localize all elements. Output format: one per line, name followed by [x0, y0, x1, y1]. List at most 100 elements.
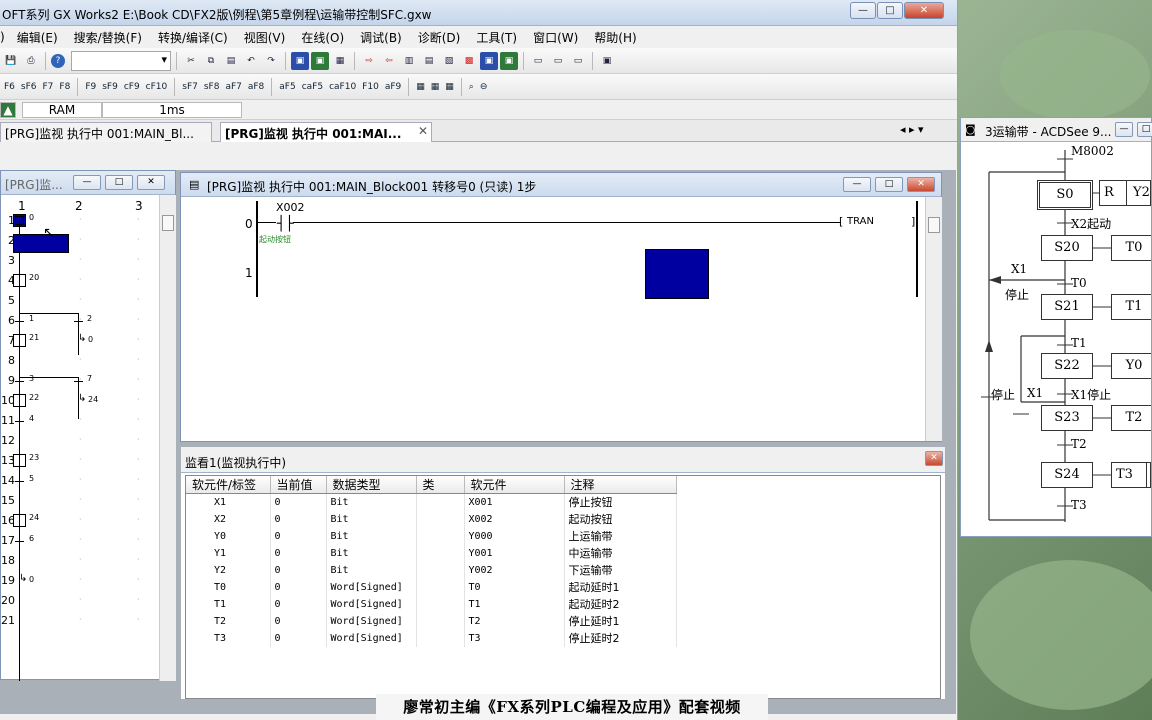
verify-icon[interactable]: ▥ — [400, 52, 418, 70]
watch-icon[interactable]: ▭ — [529, 52, 547, 70]
zoom-out-icon[interactable]: ⊖ — [478, 78, 490, 96]
tab-sfc[interactable]: [PRG]监视 执行中 001:MAIN_Bl... — [0, 122, 212, 142]
watch-cell — [416, 629, 465, 647]
fkey-rise-b-icon[interactable]: aF7 — [223, 78, 243, 96]
menu-edit[interactable]: 编辑(E) — [9, 29, 66, 46]
fkey-hline-icon[interactable]: F9 — [83, 78, 98, 96]
grid-dot: · — [137, 575, 140, 584]
dev-read-icon[interactable]: ▣ — [500, 51, 518, 70]
fkey-f10-icon[interactable]: F10 — [360, 78, 381, 96]
sfc-max-button[interactable]: □ — [105, 175, 133, 190]
fkey-contact-icon[interactable]: sF6 — [19, 78, 39, 96]
ladder-close-button[interactable]: ✕ — [907, 177, 935, 192]
fkey-del-hline-icon[interactable]: cF9 — [122, 78, 142, 96]
menu-window[interactable]: 窗口(W) — [525, 29, 586, 46]
note-icon[interactable]: ▦ — [443, 78, 456, 96]
help-icon[interactable]: ? — [51, 53, 65, 68]
watch-row[interactable]: T3 0 Word[Signed] T3 停止延时2 — [186, 629, 677, 647]
statement-icon[interactable]: ▦ — [429, 78, 442, 96]
sfc-scrollbar[interactable] — [159, 195, 176, 681]
fkey-op-icon[interactable]: aF5 — [277, 78, 297, 96]
watch-cell: X002 — [464, 510, 565, 528]
comment-icon[interactable]: ▦ — [414, 78, 427, 96]
sfc-close-button[interactable]: ✕ — [137, 175, 165, 190]
zoom-icon[interactable]: ⌕ — [467, 78, 476, 96]
find-icon[interactable]: ▦ — [331, 52, 349, 70]
watch-close-button[interactable]: ✕ — [925, 451, 943, 466]
acdsee-min-button[interactable]: — — [1115, 122, 1133, 137]
fkey-contact-icon[interactable]: F6 — [2, 78, 17, 96]
cut-icon[interactable]: ✂ — [182, 52, 200, 70]
menu-view[interactable]: 视图(V) — [236, 29, 294, 46]
write-icon[interactable]: ⇦ — [380, 52, 398, 70]
menu-online[interactable]: 在线(O) — [293, 29, 352, 46]
watch-row[interactable]: T0 0 Word[Signed] T0 起动延时1 — [186, 578, 677, 596]
watch-row[interactable]: T1 0 Word[Signed] T1 起动延时2 — [186, 595, 677, 613]
fkey-coil-icon[interactable]: F7 — [41, 78, 56, 96]
ladder-min-button[interactable]: — — [843, 177, 871, 192]
undo-icon[interactable]: ↶ — [242, 52, 260, 70]
contact-symbol[interactable]: ┤├ — [277, 216, 294, 232]
label-x2-start: X2起动 — [1071, 217, 1112, 231]
watch-column-header[interactable]: 注释 — [564, 476, 677, 494]
watch-start-icon[interactable]: ▭ — [569, 52, 587, 70]
save-icon[interactable]: 💾 — [2, 52, 20, 70]
watch-column-header[interactable]: 类 — [416, 476, 465, 494]
close-button[interactable]: ✕ — [904, 2, 944, 19]
watch-row[interactable]: Y1 0 Bit Y001 中运输带 — [186, 544, 677, 562]
sfc-diagram[interactable]: 1 2 3 1 · · 2 · · 3 · · 4 · · 5 · · 6 · · 7 · · 8 · · 9 · · 10 · · 11 ·… — [1, 195, 159, 681]
monitor-start-icon[interactable]: ▤ — [420, 52, 438, 70]
plc-icon[interactable]: ▩ — [460, 52, 478, 70]
device-icon[interactable]: ▣ — [291, 51, 309, 70]
read-icon[interactable]: ⇨ — [360, 52, 378, 70]
tab-ladder[interactable]: [PRG]监视 执行中 001:MAI... ✕ — [220, 122, 432, 142]
menu-diagnostics[interactable]: 诊断(D) — [410, 29, 469, 46]
redo-icon[interactable]: ↷ — [262, 52, 280, 70]
acdsee-max-button[interactable]: □ — [1137, 122, 1152, 137]
watch-cell — [416, 561, 465, 579]
watch-register-icon[interactable]: ▭ — [549, 52, 567, 70]
ladder-max-button[interactable]: □ — [875, 177, 903, 192]
watch-column-header[interactable]: 软元件 — [464, 476, 565, 494]
watch-row[interactable]: Y0 0 Bit Y000 上运输带 — [186, 527, 677, 545]
watch-column-header[interactable]: 数据类型 — [326, 476, 417, 494]
acdsee-title: 3运输带 - ACDSee 9... — [985, 125, 1112, 139]
watch-row[interactable]: Y2 0 Bit Y002 下运输带 — [186, 561, 677, 579]
tab-close-icon[interactable]: ✕ — [418, 124, 428, 138]
monitor-icon[interactable]: ▣ — [598, 52, 616, 70]
fkey-fall-icon[interactable]: sF8 — [202, 78, 222, 96]
device-search-icon[interactable]: ▣ — [311, 51, 329, 70]
fkey-af9-icon[interactable]: aF9 — [383, 78, 403, 96]
menu-search-replace[interactable]: 搜索/替换(F) — [66, 29, 150, 46]
paste-icon[interactable]: ▤ — [222, 52, 240, 70]
maximize-button[interactable]: □ — [877, 2, 903, 19]
watch-column-header[interactable]: 软元件/标签 — [186, 476, 271, 494]
coil-label[interactable]: TRAN — [847, 216, 874, 227]
tab-scroll-icon[interactable]: ◂ ▸ ▾ — [900, 123, 924, 136]
fkey-fall-b-icon[interactable]: aF8 — [246, 78, 266, 96]
sfc-transition-number: 5 — [29, 474, 35, 483]
fkey-invert-icon[interactable]: caF10 — [327, 78, 358, 96]
fkey-op2-icon[interactable]: caF5 — [300, 78, 325, 96]
toolbar-combo[interactable] — [71, 50, 171, 71]
menu-debug[interactable]: 调试(B) — [352, 29, 410, 46]
ladder-scrollbar[interactable] — [925, 197, 942, 441]
standard-toolbar: 💾 ⎙ ? ✂ ⧉ ▤ ↶ ↷ ▣ ▣ ▦ ⇨ ⇦ ▥ ▤ ▧ ▩ ▣ ▣ ▭ … — [0, 48, 957, 74]
fkey-rise-icon[interactable]: sF7 — [180, 78, 200, 96]
dev-write-icon[interactable]: ▣ — [480, 51, 498, 70]
fkey-del-vline-icon[interactable]: cF10 — [144, 78, 170, 96]
watch-row[interactable]: X2 0 Bit X002 起动按钮 — [186, 510, 677, 528]
fkey-instruction-icon[interactable]: F8 — [57, 78, 72, 96]
watch-column-header[interactable]: 当前值 — [270, 476, 327, 494]
minimize-button[interactable]: — — [850, 2, 876, 19]
print-icon[interactable]: ⎙ — [22, 52, 40, 70]
menu-tools[interactable]: 工具(T) — [468, 29, 525, 46]
watch-row[interactable]: X1 0 Bit X001 停止按钮 — [186, 493, 677, 511]
sfc-min-button[interactable]: — — [73, 175, 101, 190]
copy-icon[interactable]: ⧉ — [202, 52, 220, 70]
menu-help[interactable]: 帮助(H) — [586, 29, 644, 46]
fkey-vline-icon[interactable]: sF9 — [100, 78, 120, 96]
watch-row[interactable]: T2 0 Word[Signed] T2 停止延时1 — [186, 612, 677, 630]
menu-convert-compile[interactable]: 转换/编译(C) — [150, 29, 236, 46]
monitor-stop-icon[interactable]: ▧ — [440, 52, 458, 70]
